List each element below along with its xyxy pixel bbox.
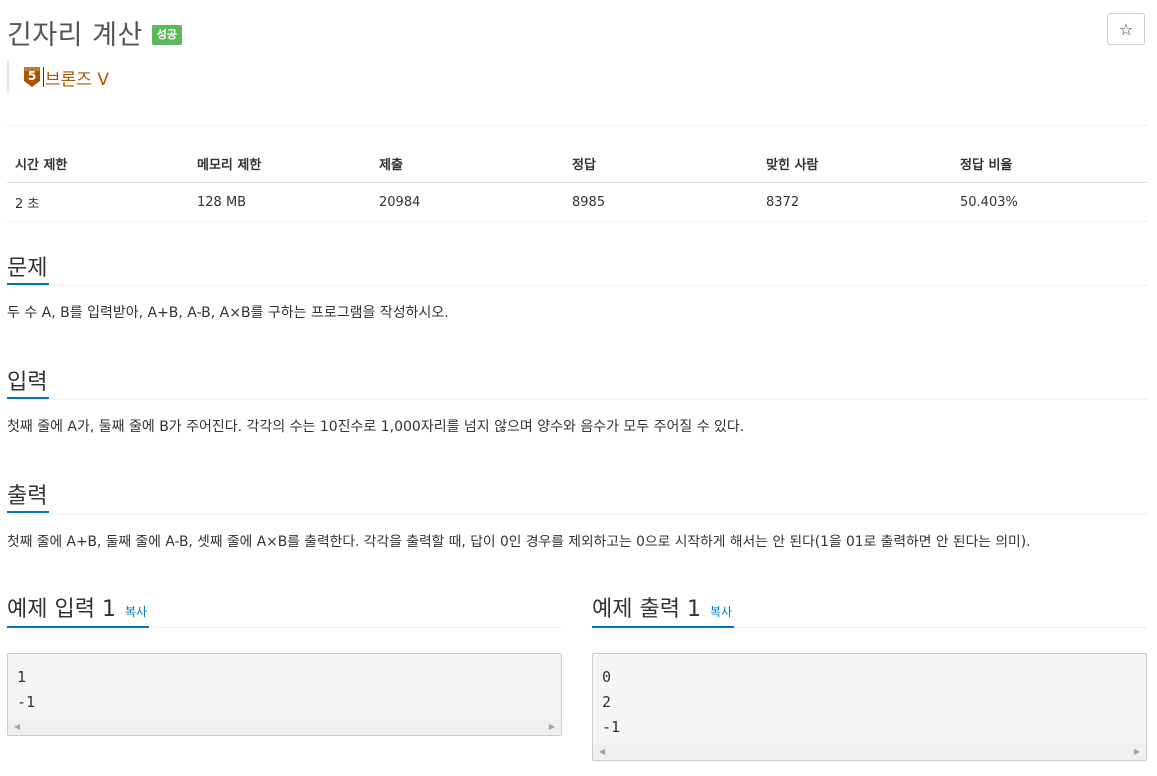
info-header-row: 시간 제한 메모리 제한 제출 정답 맞힌 사람 정답 비율 [7,146,1147,183]
status-badge: 성공 [151,25,183,45]
sample-output-line: 2 [602,693,612,711]
sample-output-line: -1 [602,718,621,736]
header-divider [7,125,1147,126]
input-text: 첫째 줄에 A가, 둘째 줄에 B가 주어진다. 각각의 수는 10진수로 1,… [7,419,745,435]
sample-input-section: 예제 입력 1 복사 1 -1 ◀ ▶ [7,585,562,736]
sample-output-lines: 0 2 -1 [593,654,1146,744]
sample-output-line: 0 [602,668,612,686]
title-row: 긴자리 계산 성공 [7,14,183,51]
info-value-row: 2 초 128 MB 20984 8985 8372 50.403% [7,182,1147,222]
solvers-value[interactable]: 8372 [758,182,952,222]
sample-input-copy-button[interactable]: 복사 [125,605,147,619]
description-text: 두 수 A, B를 입력받아, A+B, A-B, A×B를 구하는 프로그램을… [7,305,449,321]
accepted-header: 정답 [564,146,758,183]
sample-output-scrollbar[interactable]: ◀ ▶ [593,744,1146,760]
solvers-header: 맞힌 사람 [758,146,952,183]
accepted-value[interactable]: 8985 [564,182,758,222]
description-header: 문제 [7,245,1147,286]
scroll-right-arrow-icon[interactable]: ▶ [549,722,555,732]
problem-info-table: 시간 제한 메모리 제한 제출 정답 맞힌 사람 정답 비율 2 초 128 M… [7,146,1147,222]
scroll-left-arrow-icon[interactable]: ◀ [14,722,20,732]
sample-input-line: -1 [17,693,36,711]
sample-output-title: 예제 출력 1 [592,597,701,622]
favorite-star-button[interactable]: ☆ [1107,13,1145,45]
input-title: 입력 [7,359,50,399]
sample-input-code[interactable]: 1 -1 ◀ ▶ [7,653,562,736]
time-limit-value: 2 초 [7,182,189,222]
tier-label[interactable]: 브론즈 V [45,65,109,90]
problem-title: 긴자리 계산 [7,19,143,51]
tier-level: 5 [28,69,36,83]
star-icon: ☆ [1118,19,1134,39]
input-header: 입력 [7,359,1147,400]
sample-input-title-wrap: 예제 입력 1 복사 [7,585,150,628]
tier-row: 5 브론즈 V [7,60,109,94]
memory-limit-value: 128 MB [189,182,371,222]
output-text: 첫째 줄에 A+B, 둘째 줄에 A-B, 셋째 줄에 A×B를 출력한다. 각… [7,534,1031,550]
output-header: 출력 [7,473,1147,514]
sample-input-lines: 1 -1 [8,654,561,719]
time-limit-header: 시간 제한 [7,146,189,183]
output-title: 출력 [7,473,50,513]
input-section: 입력 첫째 줄에 A가, 둘째 줄에 B가 주어진다. 각각의 수는 10진수로… [7,359,1147,436]
sample-input-header: 예제 입력 1 복사 [7,585,562,628]
sample-input-line: 1 [17,668,27,686]
bronze-tier-icon: 5 [24,67,40,87]
sample-output-code[interactable]: 0 2 -1 ◀ ▶ [592,653,1147,761]
scroll-left-arrow-icon[interactable]: ◀ [599,747,605,757]
sample-output-title-wrap: 예제 출력 1 복사 [592,585,735,628]
submissions-value[interactable]: 20984 [371,182,564,222]
memory-limit-header: 메모리 제한 [189,146,371,183]
submissions-header: 제출 [371,146,564,183]
sample-input-scrollbar[interactable]: ◀ ▶ [8,719,561,735]
accept-ratio-value: 50.403% [952,182,1147,222]
scroll-right-arrow-icon[interactable]: ▶ [1134,747,1140,757]
sample-output-header: 예제 출력 1 복사 [592,585,1147,628]
output-section: 출력 첫째 줄에 A+B, 둘째 줄에 A-B, 셋째 줄에 A×B를 출력한다… [7,473,1147,550]
description-section: 문제 두 수 A, B를 입력받아, A+B, A-B, A×B를 구하는 프로… [7,245,1147,322]
sample-output-section: 예제 출력 1 복사 0 2 -1 ◀ ▶ [592,585,1147,761]
text-caret [43,67,44,87]
sample-input-title: 예제 입력 1 [7,597,116,622]
description-title: 문제 [7,245,50,285]
accept-ratio-header: 정답 비율 [952,146,1147,183]
sample-output-copy-button[interactable]: 복사 [710,605,732,619]
